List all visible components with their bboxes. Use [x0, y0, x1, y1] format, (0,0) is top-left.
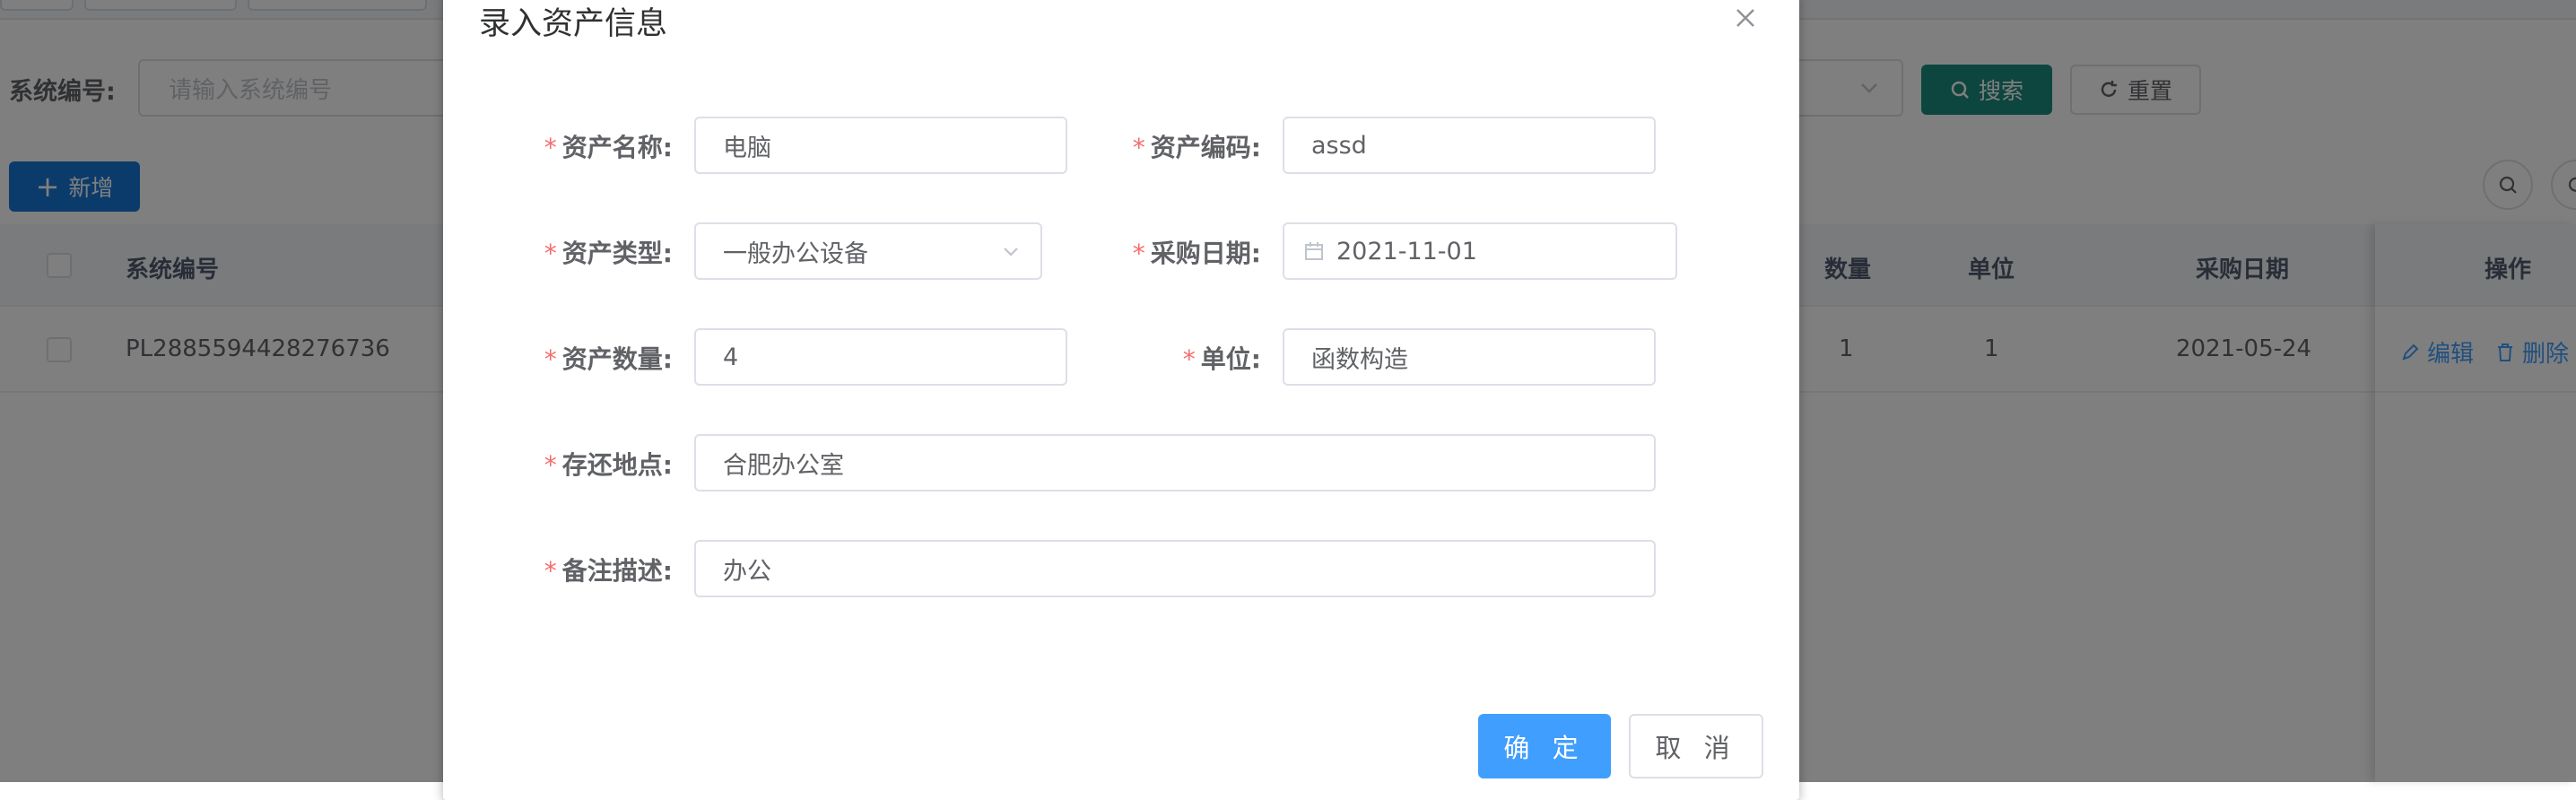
asset-type-value: 一般办公设备 [723, 239, 868, 268]
required-mark: * [544, 133, 557, 162]
unit-value: 函数构造 [1311, 345, 1408, 374]
asset-type-label: * 资产类型: [533, 234, 673, 270]
close-button[interactable] [1727, 0, 1763, 36]
asset-quantity-label: * 资产数量: [533, 340, 673, 376]
unit-label-text: 单位: [1200, 344, 1261, 374]
asset-quantity-input[interactable]: 4 [694, 328, 1067, 386]
asset-quantity-value: 4 [723, 343, 739, 371]
asset-code-input[interactable]: assd [1283, 117, 1656, 174]
asset-name-value: 电脑 [723, 134, 771, 162]
cancel-button-label: 取 消 [1655, 733, 1737, 763]
remarks-label: * 备注描述: [533, 552, 673, 587]
location-value: 合肥办公室 [723, 451, 844, 480]
required-mark: * [544, 556, 557, 586]
required-mark: * [1182, 344, 1196, 374]
confirm-button-label: 确 定 [1503, 733, 1586, 763]
asset-code-label: * 资产编码: [1121, 128, 1261, 164]
location-input[interactable]: 合肥办公室 [694, 434, 1656, 491]
asset-quantity-label-text: 资产数量: [561, 344, 673, 374]
required-mark: * [1132, 133, 1145, 162]
asset-name-label-text: 资产名称: [561, 133, 673, 162]
location-label-text: 存还地点: [561, 450, 673, 480]
asset-code-label-text: 资产编码: [1150, 133, 1261, 162]
dialog-title: 录入资产信息 [479, 6, 668, 42]
remarks-label-text: 备注描述: [561, 556, 673, 586]
required-mark: * [544, 344, 557, 374]
remarks-value: 办公 [723, 557, 771, 586]
purchase-date-value: 2021-11-01 [1336, 237, 1477, 265]
calendar-icon [1305, 242, 1323, 260]
required-mark: * [1132, 239, 1145, 268]
asset-type-label-text: 资产类型: [561, 239, 673, 268]
required-mark: * [544, 239, 557, 268]
purchase-date-label-text: 采购日期: [1150, 239, 1261, 268]
asset-type-select[interactable]: 一般办公设备 [694, 222, 1042, 280]
chevron-down-icon [1004, 248, 1018, 257]
unit-input[interactable]: 函数构造 [1283, 328, 1656, 386]
asset-name-input[interactable]: 电脑 [694, 117, 1067, 174]
purchase-date-label: * 采购日期: [1121, 234, 1261, 270]
location-label: * 存还地点: [533, 446, 673, 482]
cancel-button[interactable]: 取 消 [1629, 714, 1763, 778]
required-mark: * [544, 450, 557, 480]
close-icon [1736, 9, 1754, 27]
remarks-input[interactable]: 办公 [694, 540, 1656, 597]
unit-label: * 单位: [1121, 340, 1261, 376]
asset-entry-dialog: 录入资产信息 * 资产名称: 电脑 * 资产编码: assd * 资产类型: 一般办公… [443, 0, 1799, 800]
asset-code-value: assd [1311, 131, 1367, 160]
confirm-button[interactable]: 确 定 [1478, 714, 1611, 778]
asset-name-label: * 资产名称: [533, 128, 673, 164]
purchase-date-picker[interactable]: 2021-11-01 [1283, 222, 1677, 280]
